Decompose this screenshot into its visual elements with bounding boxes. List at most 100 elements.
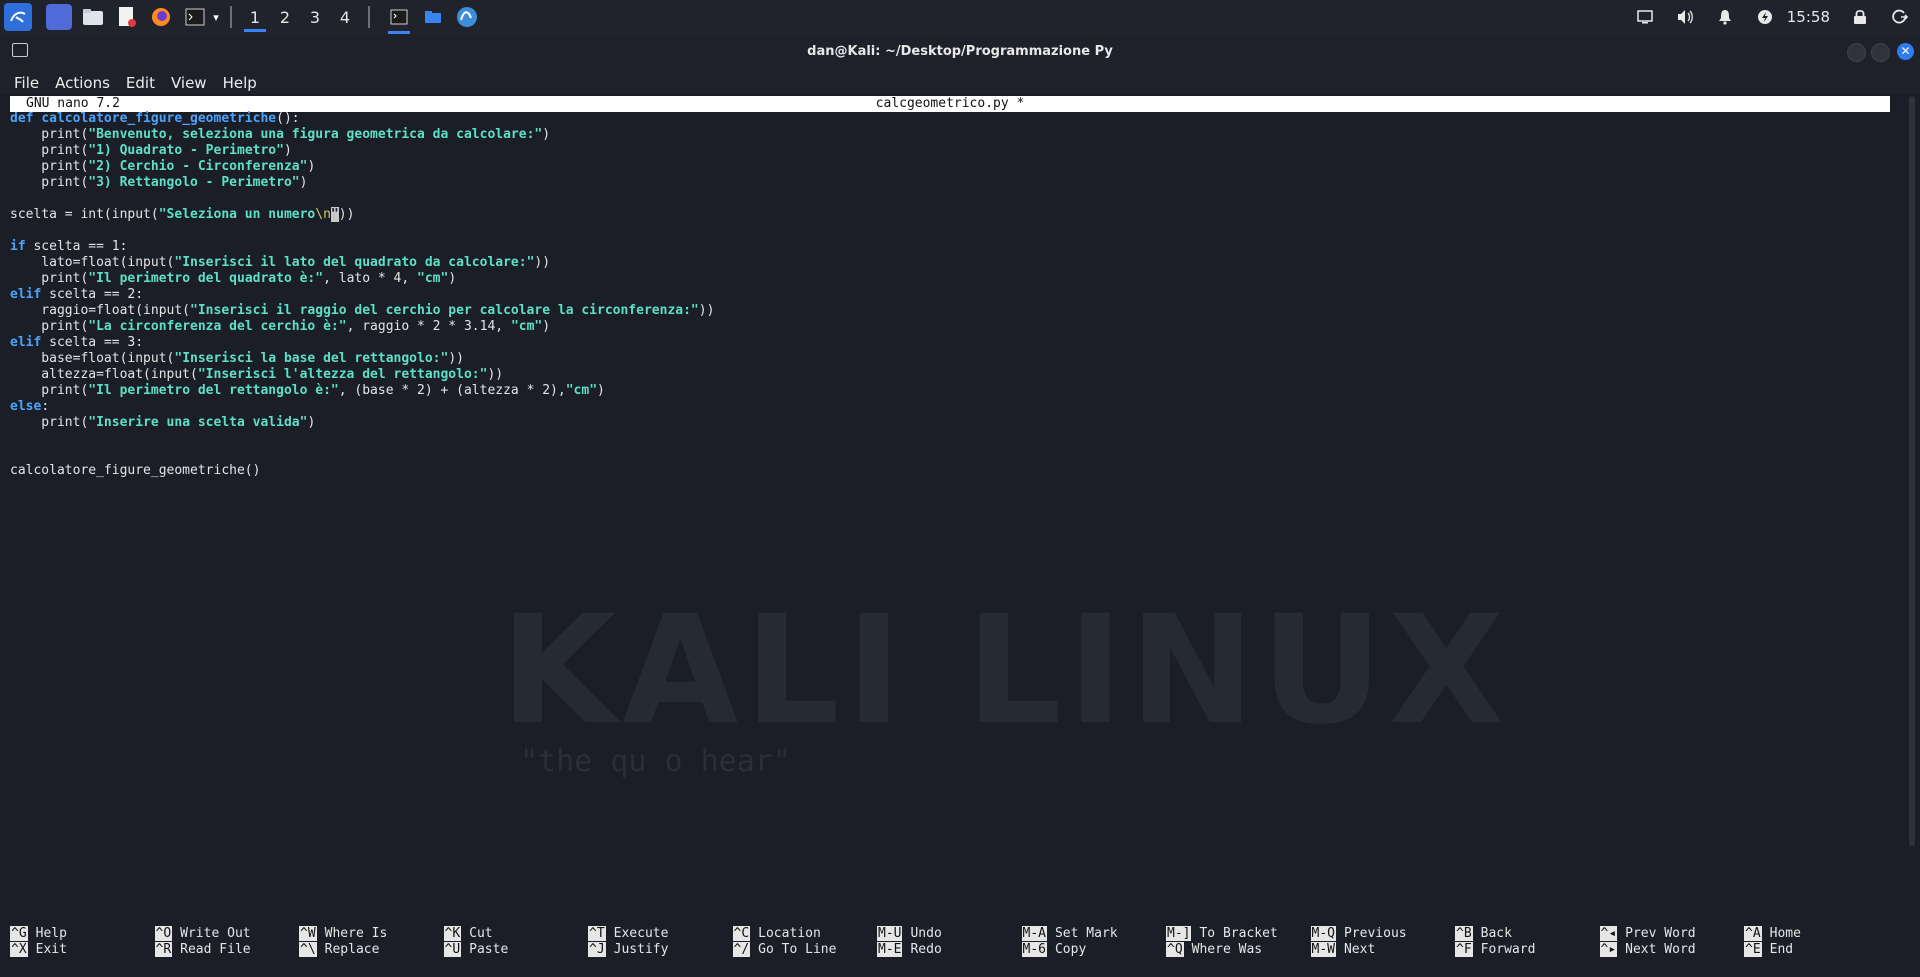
- shortcut-label: To Bracket: [1199, 926, 1278, 941]
- text-editor-icon[interactable]: [114, 4, 140, 30]
- code-line: altezza=float(input("Inserisci l'altezza…: [10, 367, 504, 382]
- shortcut-label: Set Mark: [1054, 926, 1118, 941]
- folder-window-button[interactable]: [420, 4, 446, 30]
- shortcut-item: ^▸ Next Word: [1599, 942, 1740, 958]
- workspace-1[interactable]: 1: [240, 0, 270, 34]
- code-line: lato=float(input("Inserisci il lato del …: [10, 255, 551, 270]
- window-titlebar[interactable]: dan@Kali: ~/Desktop/Programmazione Py ✕: [0, 34, 1920, 68]
- display-icon[interactable]: [1633, 5, 1657, 29]
- shortcut-item: ^\ Replace: [299, 942, 439, 958]
- window-title: dan@Kali: ~/Desktop/Programmazione Py: [807, 43, 1113, 59]
- kali-menu-icon[interactable]: [4, 3, 32, 31]
- shortcut-label: Write Out: [180, 926, 251, 941]
- file-manager-icon[interactable]: [80, 4, 106, 30]
- code-line: print("Benvenuto, seleziona una figura g…: [10, 127, 551, 142]
- terminal-window-button[interactable]: [386, 4, 412, 34]
- shortcut-item: ^K Cut: [443, 926, 584, 942]
- shortcut-label: Justify: [613, 942, 669, 957]
- terminal-scrollbar[interactable]: [1905, 94, 1920, 974]
- code-line: print("1) Quadrato - Perimetro"): [10, 143, 292, 158]
- shortcut-key: ^/: [732, 942, 751, 957]
- shortcut-label: Prev Word: [1625, 926, 1696, 941]
- notification-bell-icon[interactable]: [1713, 5, 1737, 29]
- menu-view[interactable]: View: [171, 74, 207, 92]
- shortcut-key: M-A: [1021, 926, 1047, 941]
- nano-header: GNU nano 7.2 calcgeometrico.py *: [10, 96, 1890, 112]
- shortcut-key: ^O: [154, 926, 173, 941]
- shortcut-item: ^◂ Prev Word: [1599, 926, 1740, 942]
- close-button[interactable]: ✕: [1897, 43, 1914, 60]
- shortcut-key: ^T: [588, 926, 606, 941]
- shortcut-item: ^X Exit: [10, 942, 150, 958]
- nano-shortcut-bar: ^G Help ^X Exit ^O Write Out ^R Read File ^W Wher…: [10, 926, 1900, 962]
- shortcut-item: ^U Paste: [443, 942, 584, 958]
- shortcut-key: ^R: [154, 942, 173, 957]
- logout-icon[interactable]: [1888, 5, 1912, 29]
- shortcut-key: ^K: [443, 926, 462, 941]
- shortcut-item: M-W Next: [1310, 942, 1451, 958]
- shortcut-key: ^▸: [1599, 942, 1618, 957]
- shortcut-item: ^B Back: [1455, 926, 1595, 942]
- shortcut-label: Undo: [910, 926, 942, 941]
- code-line: elif scelta == 2:: [10, 287, 144, 302]
- app-window-button[interactable]: [454, 4, 480, 30]
- shortcut-label: Go To Line: [758, 942, 837, 957]
- workspace-2[interactable]: 2: [270, 0, 300, 34]
- menu-edit[interactable]: Edit: [126, 74, 155, 92]
- code-line: print("Inserire una scelta valida"): [10, 415, 316, 430]
- shortcut-label: Paste: [469, 942, 509, 957]
- volume-icon[interactable]: [1673, 5, 1697, 29]
- workspace-3[interactable]: 3: [300, 0, 330, 34]
- shortcut-label: Home: [1769, 926, 1801, 941]
- shortcut-item: ^A Home: [1744, 926, 1884, 942]
- shortcut-item: ^J Justify: [588, 942, 728, 958]
- code-line: print("3) Rettangolo - Perimetro"): [10, 175, 308, 190]
- taskbar: ▾ 1 2 3 4 15:58: [0, 0, 1920, 35]
- shortcut-label: Previous: [1343, 926, 1407, 941]
- chevron-down-icon[interactable]: ▾: [210, 4, 222, 30]
- separator: [368, 6, 370, 28]
- shortcut-key: M-E: [877, 942, 903, 957]
- terminal-launcher-icon[interactable]: [182, 4, 208, 30]
- shortcut-item: M-] To Bracket: [1166, 926, 1306, 942]
- separator: [230, 6, 232, 28]
- power-manager-icon[interactable]: [1753, 5, 1777, 29]
- shortcut-item: ^F Forward: [1455, 942, 1595, 958]
- shortcut-key: M-U: [877, 926, 903, 941]
- shortcut-label: Cut: [469, 926, 493, 941]
- system-tray: 15:58: [1625, 0, 1920, 34]
- background-wallpaper-text: KALI LINUX: [500, 584, 1511, 758]
- shortcut-key: M-Q: [1310, 926, 1336, 941]
- minimize-button[interactable]: [1847, 43, 1866, 62]
- show-desktop-icon[interactable]: [46, 4, 72, 30]
- shortcut-label: Execute: [613, 926, 669, 941]
- shortcut-label: Exit: [35, 942, 67, 957]
- maximize-button[interactable]: [1871, 43, 1890, 62]
- scrollbar-thumb[interactable]: [1909, 96, 1915, 846]
- code-line: def calcolatore_figure_geometriche():: [10, 111, 300, 126]
- shortcut-label: Read File: [180, 942, 251, 957]
- workspace-4[interactable]: 4: [330, 0, 360, 34]
- shortcut-item: ^C Location: [732, 926, 873, 942]
- menu-actions[interactable]: Actions: [55, 74, 110, 92]
- menu-file[interactable]: File: [14, 74, 39, 92]
- shortcut-key: M-W: [1310, 942, 1336, 957]
- shortcut-label: Where Was: [1191, 942, 1263, 957]
- menu-help[interactable]: Help: [223, 74, 257, 92]
- shortcut-label: Copy: [1054, 942, 1087, 957]
- lock-icon[interactable]: [1848, 5, 1872, 29]
- shortcut-item: ^Q Where Was: [1166, 942, 1306, 958]
- terminal-area[interactable]: KALI LINUX "the qu o hear" GNU nano 7.2 …: [0, 94, 1905, 974]
- firefox-icon[interactable]: [148, 4, 174, 30]
- shortcut-item: ^W Where Is: [299, 926, 439, 942]
- code-line: print("Il perimetro del quadrato è:", la…: [10, 271, 457, 286]
- clock[interactable]: 15:58: [1787, 8, 1830, 26]
- shortcut-label: Replace: [324, 942, 380, 957]
- shortcut-key: ^◂: [1599, 926, 1618, 941]
- shortcut-label: Location: [758, 926, 821, 941]
- shortcut-item: ^G Help: [10, 926, 150, 942]
- shortcut-key: ^G: [10, 926, 28, 941]
- code-editor[interactable]: def calcolatore_figure_geometriche(): pr…: [10, 111, 714, 479]
